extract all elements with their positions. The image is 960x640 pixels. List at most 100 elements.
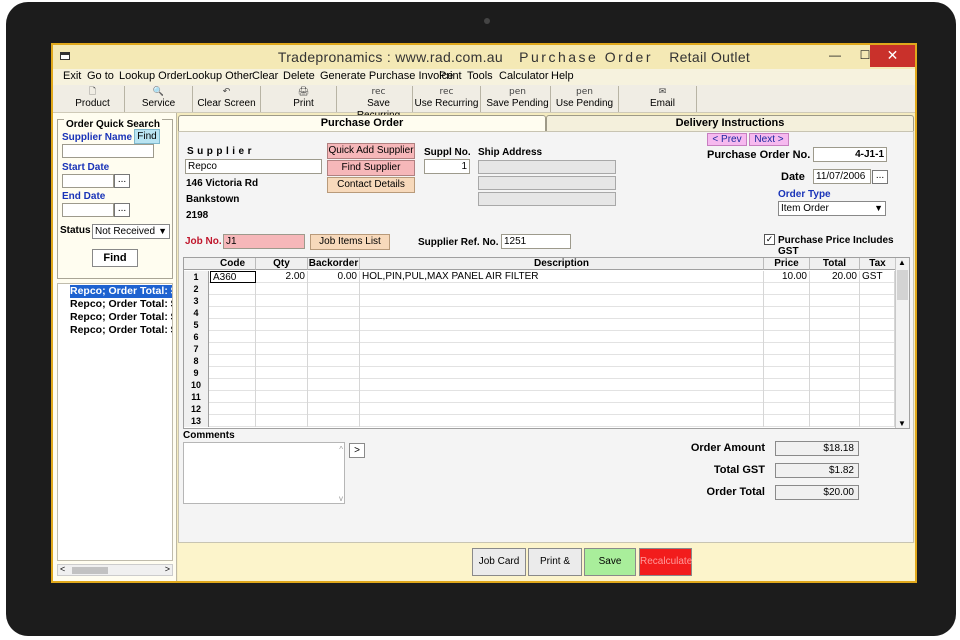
job-card-button[interactable]: Job Card — [472, 548, 526, 576]
cell-backorder[interactable] — [308, 307, 360, 319]
cell-code[interactable]: A360 — [210, 271, 256, 283]
find-supplier-button[interactable]: Find Supplier — [327, 160, 415, 176]
result-item[interactable]: Repco; Order Total: $ — [70, 324, 172, 337]
cell-description[interactable] — [360, 367, 764, 379]
menu-delete[interactable]: Delete — [283, 70, 315, 82]
cell-code[interactable] — [210, 319, 256, 331]
start-date-picker-button[interactable]: ... — [114, 174, 130, 188]
price-includes-gst-checkbox[interactable]: ✓ — [764, 234, 775, 245]
save-recurring-button[interactable]: rec Save Recurring — [345, 86, 413, 121]
print-button[interactable]: 🖨 Print — [271, 86, 337, 112]
cell-tax[interactable] — [860, 283, 895, 295]
table-row[interactable]: 10 — [184, 379, 895, 391]
table-row[interactable]: 7 — [184, 343, 895, 355]
service-button[interactable]: 🔍 Service — [125, 86, 193, 112]
result-item[interactable]: Repco; Order Total: $20.00 — [70, 285, 172, 298]
cell-total[interactable] — [810, 307, 860, 319]
cell-tax[interactable] — [860, 343, 895, 355]
print-and-save-button[interactable]: Print & Save — [528, 548, 582, 576]
cell-price[interactable] — [764, 331, 810, 343]
table-row[interactable]: 4 — [184, 307, 895, 319]
end-date-input[interactable] — [62, 203, 114, 217]
cell-backorder[interactable] — [308, 283, 360, 295]
grid-header-price[interactable]: Price — [764, 258, 810, 270]
cell-description[interactable] — [360, 319, 764, 331]
result-item[interactable]: Repco; Order Total: $ — [70, 298, 172, 311]
status-select[interactable]: Not Received ▼ — [92, 224, 170, 239]
grid-header-description[interactable]: Description — [360, 258, 764, 270]
end-date-picker-button[interactable]: ... — [114, 203, 130, 217]
supplier-name-input[interactable] — [62, 144, 154, 158]
cell-description[interactable] — [360, 283, 764, 295]
cell-price[interactable] — [764, 367, 810, 379]
cell-backorder[interactable] — [308, 295, 360, 307]
grid-vertical-scrollbar[interactable]: ▲ ▼ — [895, 258, 909, 428]
grid-header-qty[interactable]: Qty — [256, 258, 308, 270]
use-pending-button[interactable]: pen Use Pending — [551, 86, 619, 112]
cell-price[interactable] — [764, 319, 810, 331]
cell-tax[interactable] — [860, 319, 895, 331]
cell-total[interactable] — [810, 283, 860, 295]
cell-description[interactable] — [360, 379, 764, 391]
cell-backorder[interactable] — [308, 343, 360, 355]
cell-total[interactable] — [810, 367, 860, 379]
contact-details-button[interactable]: Contact Details — [327, 177, 415, 193]
scroll-right-icon[interactable]: > — [165, 564, 170, 574]
prev-button[interactable]: < Prev — [707, 133, 747, 146]
date-field[interactable]: 11/07/2006 — [813, 169, 871, 184]
cell-tax[interactable] — [860, 379, 895, 391]
cell-total[interactable] — [810, 391, 860, 403]
cell-tax[interactable] — [860, 355, 895, 367]
cell-total[interactable] — [810, 415, 860, 427]
menu-print[interactable]: Print — [439, 70, 462, 82]
scroll-thumb[interactable] — [72, 567, 108, 574]
next-button[interactable]: Next > — [749, 133, 789, 146]
cell-price[interactable] — [764, 307, 810, 319]
expand-comments-button[interactable]: > — [349, 443, 365, 458]
supplier-name-field[interactable]: Repco — [185, 159, 322, 174]
table-row[interactable]: 5 — [184, 319, 895, 331]
email-button[interactable]: ✉ Email — [629, 86, 697, 112]
menu-generate-invoice[interactable]: Generate Purchase Invoice — [320, 70, 453, 82]
job-items-list-button[interactable]: Job Items List — [310, 234, 390, 250]
cell-total[interactable] — [810, 403, 860, 415]
supplier-ref-field[interactable]: 1251 — [501, 234, 571, 249]
cell-tax[interactable] — [860, 367, 895, 379]
date-picker-button[interactable]: ... — [872, 170, 888, 184]
cell-code[interactable] — [210, 391, 256, 403]
cell-backorder[interactable] — [308, 355, 360, 367]
cell-code[interactable] — [210, 343, 256, 355]
order-type-select[interactable]: Item Order ▼ — [778, 201, 886, 216]
cell-price[interactable] — [764, 295, 810, 307]
cell-tax[interactable] — [860, 415, 895, 427]
cell-backorder[interactable] — [308, 319, 360, 331]
cell-total[interactable] — [810, 355, 860, 367]
cell-qty[interactable] — [256, 355, 308, 367]
tab-purchase-order[interactable]: Purchase Order — [178, 115, 546, 131]
cell-total[interactable] — [810, 379, 860, 391]
table-row[interactable]: 9 — [184, 367, 895, 379]
cell-description[interactable] — [360, 415, 764, 427]
cell-backorder[interactable] — [308, 415, 360, 427]
scroll-down-icon[interactable]: v — [339, 494, 343, 503]
cell-price[interactable] — [764, 391, 810, 403]
cell-total[interactable]: 20.00 — [810, 271, 860, 283]
cell-price[interactable] — [764, 283, 810, 295]
close-button[interactable]: ✕ — [870, 45, 915, 67]
grid-header-total[interactable]: Total — [810, 258, 860, 270]
cell-qty[interactable]: 2.00 — [256, 271, 308, 283]
cell-qty[interactable] — [256, 403, 308, 415]
cell-tax[interactable] — [860, 403, 895, 415]
menu-tools[interactable]: Tools — [467, 70, 493, 82]
cell-total[interactable] — [810, 295, 860, 307]
table-row[interactable]: 2 — [184, 283, 895, 295]
cell-total[interactable] — [810, 343, 860, 355]
cell-price[interactable] — [764, 379, 810, 391]
ship-address-line3-field[interactable] — [478, 192, 616, 206]
minimize-button[interactable]: — — [820, 45, 850, 67]
table-row[interactable]: 1 A360 2.00 0.00 HOL,PIN,PUL,MAX PANEL AIR F… — [184, 271, 895, 283]
grid-header-code[interactable]: Code — [210, 258, 256, 270]
use-recurring-button[interactable]: rec Use Recurring — [413, 86, 481, 112]
cell-qty[interactable] — [256, 391, 308, 403]
cell-qty[interactable] — [256, 307, 308, 319]
